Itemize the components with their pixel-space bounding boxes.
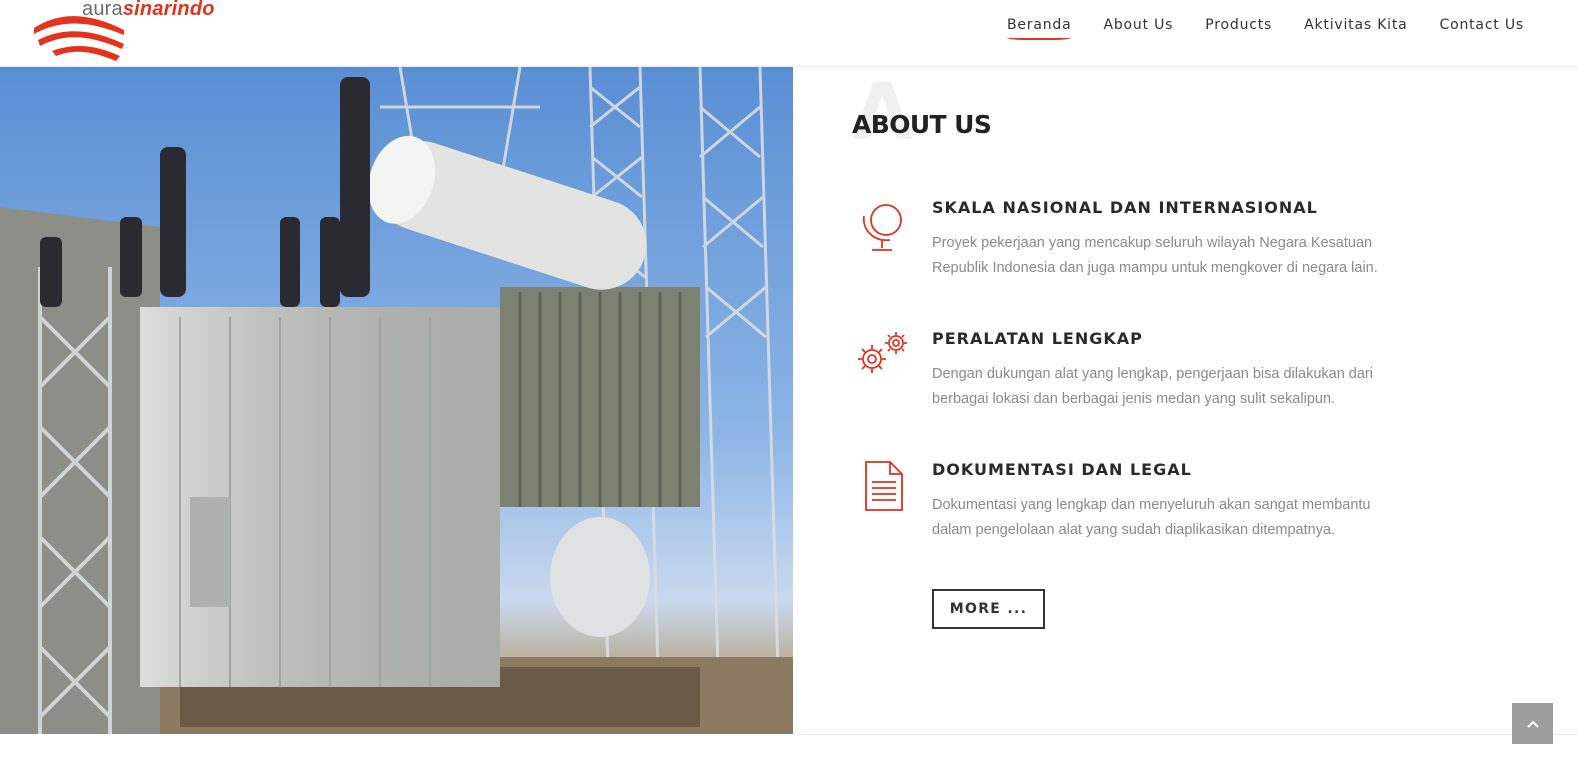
nav-products[interactable]: Products: [1205, 17, 1272, 41]
nav-beranda[interactable]: Beranda: [1006, 17, 1072, 41]
feature-title: SKALA NASIONAL DAN INTERNASIONAL: [932, 198, 1318, 217]
document-icon: [865, 461, 903, 511]
nav-about-us[interactable]: About Us: [1103, 17, 1173, 41]
logo-text: aurasinarindo: [82, 0, 215, 21]
chevron-up-icon: [1526, 720, 1539, 728]
feature-text: Dengan dukungan alat yang lengkap, penge…: [932, 366, 1373, 407]
section-divider: [793, 734, 1578, 735]
nav-aktivitas-kita[interactable]: Aktivitas Kita: [1304, 17, 1407, 41]
feature-title: PERALATAN LENGKAP: [932, 329, 1143, 348]
globe-icon: [862, 204, 902, 251]
logo-text-sinarindo: sinarindo: [122, 0, 215, 20]
transformer-photo: [0, 67, 793, 734]
logo[interactable]: aurasinarindo: [32, 0, 232, 62]
power-transformer-photo: [0, 67, 793, 734]
gears-icon: [858, 332, 907, 373]
feature-text: Proyek pekerjaan yang mencakup seluruh w…: [932, 235, 1378, 276]
feature-title: DOKUMENTASI DAN LEGAL: [932, 460, 1192, 479]
site-header: aurasinarindo Beranda About Us Products …: [0, 0, 1578, 67]
scroll-top-button[interactable]: [1512, 703, 1553, 744]
nav-contact-us[interactable]: Contact Us: [1440, 17, 1524, 41]
more-button[interactable]: MORE ...: [932, 589, 1045, 629]
about-title: ABOUT US: [852, 110, 992, 139]
logo-text-aura: aura: [82, 0, 123, 20]
main-nav: Beranda About Us Products Aktivitas Kita…: [975, 17, 1524, 41]
feature-text: Dokumentasi yang lengkap dan menyeluruh …: [932, 497, 1371, 538]
